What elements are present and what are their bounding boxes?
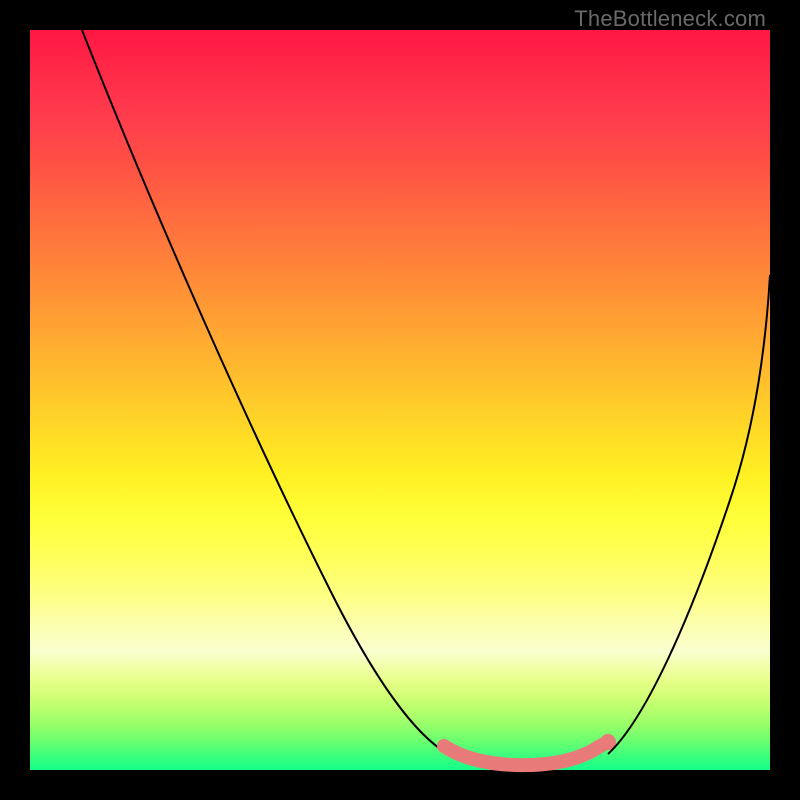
optimal-band (444, 745, 602, 765)
watermark-text: TheBottleneck.com (574, 6, 766, 32)
left-curve (82, 30, 460, 759)
right-curve (608, 275, 770, 754)
chart-svg (30, 30, 770, 770)
chart-frame: TheBottleneck.com (0, 0, 800, 800)
